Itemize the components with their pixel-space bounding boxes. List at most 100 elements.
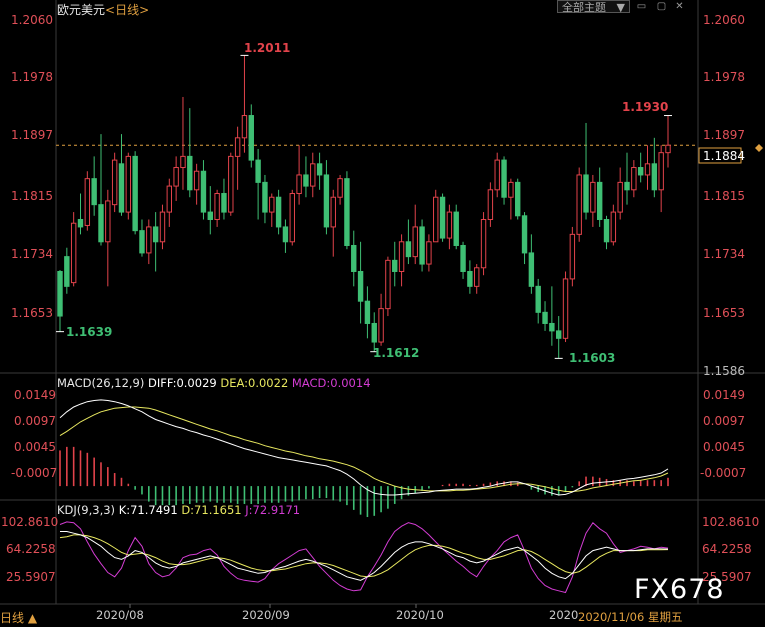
annotation-low-2: 1.1612 [373,346,419,360]
candle-body-down [555,330,562,339]
candle [221,178,227,220]
candle [487,182,494,227]
macd-dea-line [59,406,669,492]
candle [303,156,309,198]
kdj-j-value: J:72.9171 [245,503,301,517]
candle [658,145,664,213]
candle-body-down [528,252,535,287]
kdj-legend: KDJ(9,3,3) K:71.7491 D:71.1651 J:72.9171 [57,503,300,517]
candle-body-up [644,163,651,176]
candle-body-down [91,178,97,206]
symbol-name: 欧元美元 [57,3,106,17]
candle [515,178,521,220]
candle-body-up [228,155,234,213]
candle-body-up [569,233,576,280]
candle-body-up [412,226,418,258]
theme-selector-button[interactable]: 全部主题 ▼ [557,0,630,14]
period-label[interactable]: <日线> [105,3,149,17]
forex-chart-canvas[interactable]: 1.2060 1.1978 1.1897 1.1815 1.1734 1.165… [0,0,765,627]
candle-body-down [282,226,289,243]
candle-body-up [241,115,248,139]
candle-body-up [159,211,166,243]
period-tab[interactable]: 日线 ▲ [0,609,37,626]
kdj-tick-right: 102.8610 [702,515,759,529]
candle [310,152,316,198]
price-tick-right: 1.2060 [703,13,745,27]
candle-body-up [658,152,664,191]
candle-body-down [439,196,446,239]
candle [193,163,200,205]
candle-body-down [77,219,84,228]
macd-diff-line [59,399,669,496]
candle [631,160,637,198]
restore-icon[interactable]: ▢ [656,1,667,12]
theme-button-label: 全部主题 [562,1,606,14]
candle-body-up [610,211,617,243]
candle [596,167,603,227]
macd-legend: MACD(26,12,9) DIFF:0.0029 DEA:0.0022 MAC… [57,376,371,390]
candle [521,212,528,265]
candle-body-up [84,178,91,226]
candle-body-up [590,181,596,213]
candlestick-pane[interactable] [56,54,698,359]
candle-body-up [474,267,480,287]
candle-body-up [70,222,77,284]
candle-body-up [214,193,220,221]
candle [330,189,336,257]
watermark-logo: FX678 [634,574,725,605]
candle [419,219,425,272]
kdj-k-value: K:71.7491 [118,503,178,517]
candle [241,55,248,153]
candle-body-down [64,256,70,287]
price-tick-right: 1.1978 [703,70,745,84]
candle-body-up [398,241,405,272]
close-icon[interactable]: ✕ [674,1,685,12]
candle [248,104,254,168]
candle-body-up [433,196,439,243]
candle [508,178,514,220]
candle [460,241,466,279]
candle-body-up [234,137,241,157]
candle [105,189,111,287]
candle-body-down [98,204,104,243]
candle-body-up [631,167,637,191]
candle [125,152,132,220]
macd-tick-left: 0.0097 [14,414,56,428]
macd-tick-left: 0.0045 [14,440,56,454]
price-axis-right: 1.2060 1.1978 1.1897 1.1815 1.1734 1.165… [703,13,745,378]
candle-body-down [542,311,548,324]
pin-icon[interactable]: ▭ [636,1,647,12]
candle-body-down [371,322,377,343]
candle [200,160,207,220]
kdj-d-value: D:71.1651 [181,503,242,517]
dropdown-arrow-icon: ▼ [616,1,625,14]
candle-body-down [132,155,138,232]
candle-body-up [310,163,316,187]
macd-axis-right: 0.0149 0.0097 0.0045 -0.0007 [700,388,746,480]
candle [146,219,152,265]
price-tick-left: 1.2060 [11,13,53,27]
annotation-low-1: 1.1639 [66,325,112,339]
candle-body-down [467,270,473,287]
macd-pane[interactable] [59,399,669,518]
macd-dea-value: DEA:0.0022 [220,376,289,390]
candle [528,234,535,294]
time-label: 2020 [549,608,578,622]
kdj-pane[interactable] [59,521,669,594]
candle [234,126,241,190]
candle [617,167,623,220]
candle [296,145,302,205]
candle [576,167,582,242]
kdj-j-line [59,521,669,594]
candle [323,160,330,235]
candle-body-down [316,163,323,176]
candle-body-down [624,181,630,191]
candle-body-down [460,244,466,272]
candle-body-down [583,174,589,213]
symbol-title: 欧元美元<日线> [57,1,149,18]
macd-macd-value: MACD:0.0014 [291,376,371,390]
candle-body-down [275,196,282,228]
candle-body-up [111,159,118,206]
candle [385,256,391,317]
candle-body-down [453,211,459,246]
